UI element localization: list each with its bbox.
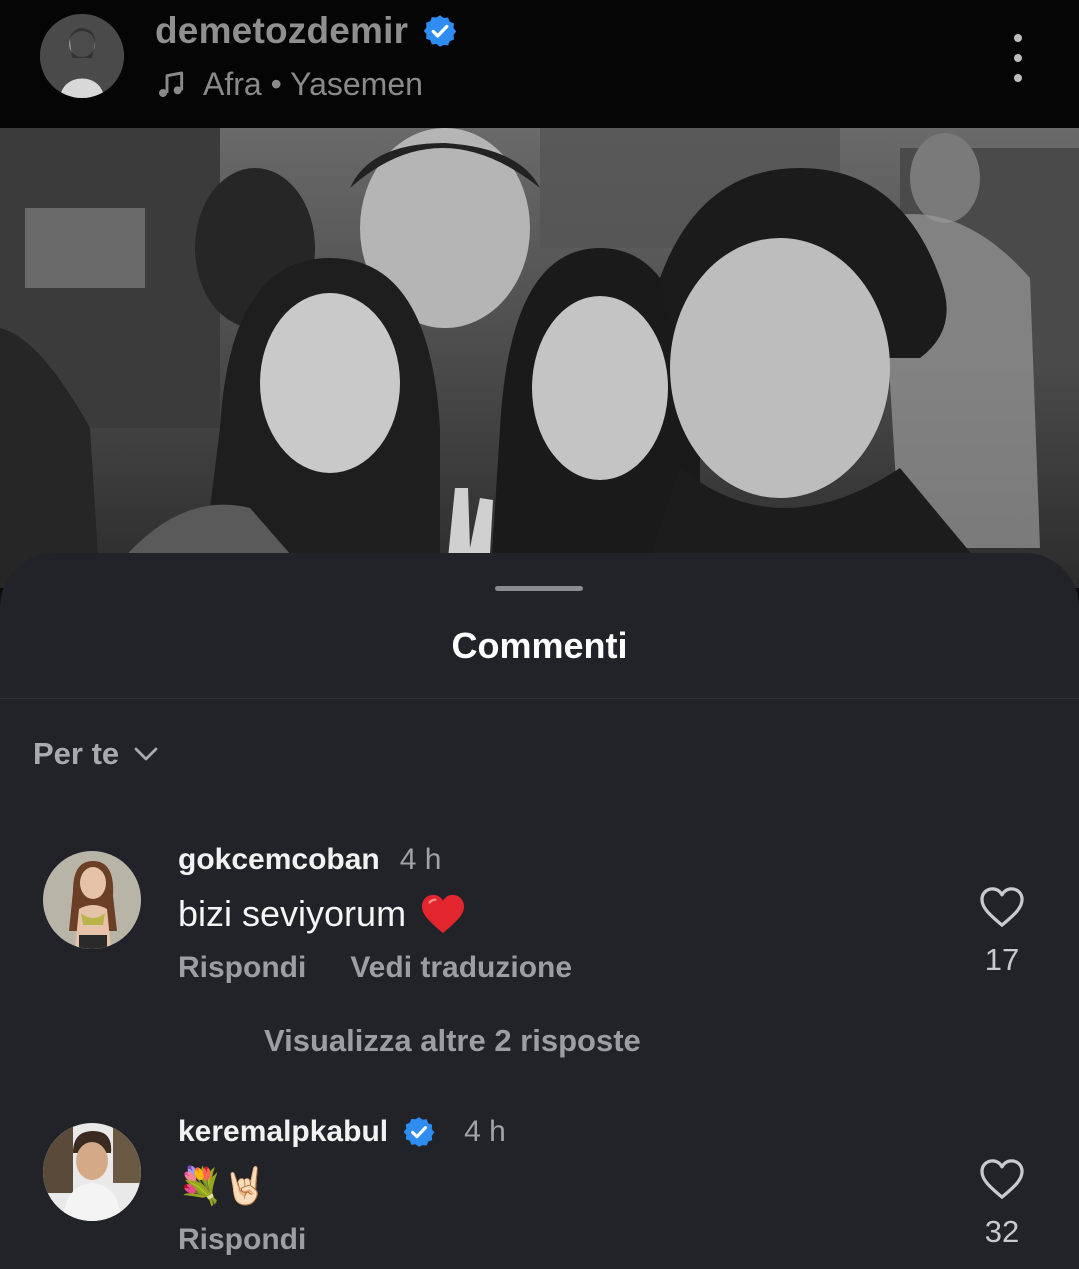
divider (0, 698, 1079, 699)
post-photo[interactable] (0, 128, 1079, 588)
comments-sheet: Commenti Per te gokcemcoban 4 h bizi sev… (0, 553, 1079, 1269)
see-translation-button[interactable]: Vedi traduzione (350, 951, 572, 985)
more-options-icon[interactable] (1000, 34, 1036, 82)
comment-text: bizi seviyorum (178, 893, 407, 934)
verified-badge-icon (403, 1117, 435, 1147)
music-info[interactable]: Afra • Yasemen (155, 66, 423, 103)
view-more-replies-button[interactable]: Visualizza altre 2 risposte (264, 1023, 641, 1059)
music-title: Afra • Yasemen (203, 66, 423, 102)
post-author-username[interactable]: demetozdemir (155, 10, 408, 52)
music-note-icon (159, 71, 184, 97)
post-author-avatar[interactable] (40, 14, 124, 98)
comment-timestamp: 4 h (399, 843, 442, 876)
heart-emoji-icon (422, 894, 465, 934)
instagram-post-screen: demetozdemir Afra • Yasemen Commenti Per… (0, 0, 1079, 1269)
comment-username[interactable]: keremalpkabul (178, 1115, 388, 1149)
like-count: 17 (984, 942, 1020, 977)
reply-button[interactable]: Rispondi (178, 951, 306, 985)
sort-filter-dropdown[interactable]: Per te (33, 736, 161, 772)
comment-text: 💐🤘🏻 (178, 1165, 268, 1206)
reply-button[interactable]: Rispondi (178, 1223, 306, 1257)
chevron-down-icon (134, 747, 158, 761)
like-heart-icon[interactable] (979, 886, 1025, 928)
comment-timestamp: 4 h (464, 1115, 506, 1148)
verified-badge-icon (424, 15, 457, 47)
sheet-drag-handle[interactable] (495, 586, 583, 591)
commenter-avatar[interactable] (43, 1123, 141, 1221)
like-count: 32 (984, 1214, 1020, 1249)
sort-filter-label: Per te (33, 736, 120, 771)
sheet-title: Commenti (451, 625, 628, 666)
commenter-avatar[interactable] (43, 851, 141, 949)
like-heart-icon[interactable] (979, 1158, 1025, 1200)
comment-username[interactable]: gokcemcoban (178, 843, 380, 877)
post-header: demetozdemir Afra • Yasemen (0, 0, 1079, 128)
